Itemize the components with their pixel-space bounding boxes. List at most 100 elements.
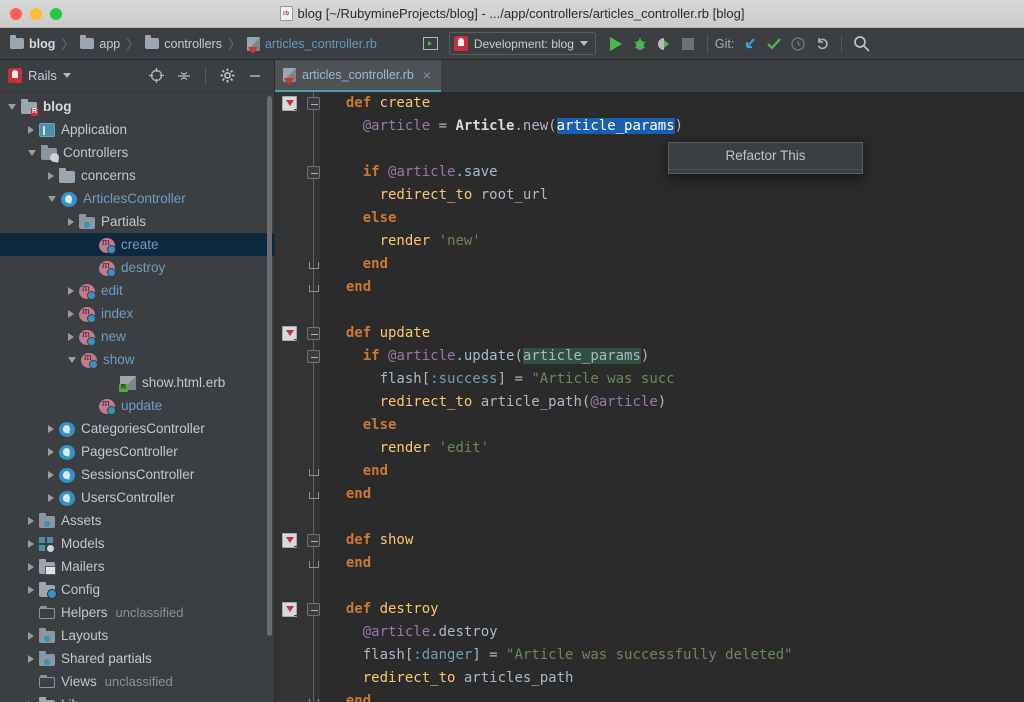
chevron-down-icon[interactable]: [48, 196, 56, 202]
fold-end-marker[interactable]: [307, 465, 320, 478]
sidebar-scrollbar[interactable]: [267, 96, 272, 698]
tree-item-new[interactable]: new: [0, 325, 274, 348]
window-controls[interactable]: [0, 8, 62, 20]
chevron-right-icon[interactable]: [48, 494, 54, 502]
tree-item-pagescontroller[interactable]: PagesController: [0, 440, 274, 463]
tree-item-views[interactable]: Viewsunclassified: [0, 670, 274, 693]
fold-collapse-marker[interactable]: [307, 534, 320, 547]
chevron-right-icon[interactable]: [28, 586, 34, 594]
chevron-right-icon[interactable]: [68, 333, 74, 341]
search-everywhere-button[interactable]: [849, 33, 873, 55]
tree-item-lib[interactable]: Lib: [0, 693, 274, 702]
tree-item-blog[interactable]: blog: [0, 95, 274, 118]
fold-end-marker[interactable]: [307, 281, 320, 294]
run-button[interactable]: [604, 33, 628, 55]
chevron-right-icon[interactable]: [68, 287, 74, 295]
chevron-right-icon[interactable]: [48, 448, 54, 456]
git-rollback-button[interactable]: [810, 33, 834, 55]
breadcrumb-item-controllers[interactable]: controllers: [143, 37, 224, 51]
fold-end-marker[interactable]: [307, 695, 320, 702]
run-with-coverage-button[interactable]: [652, 33, 676, 55]
tree-item-create[interactable]: create: [0, 233, 274, 256]
git-commit-button[interactable]: [762, 33, 786, 55]
code-line: @article.destroy: [329, 621, 1024, 644]
fold-collapse-marker[interactable]: [307, 350, 320, 363]
fold-end-marker[interactable]: [307, 488, 320, 501]
code-line: [329, 575, 1024, 598]
tree-item-edit[interactable]: edit: [0, 279, 274, 302]
fold-collapse-marker[interactable]: [307, 166, 320, 179]
controllers-folder-icon: [41, 148, 57, 160]
tab-articles-controller[interactable]: articles_controller.rb ×: [275, 60, 441, 92]
code-content[interactable]: def create @article = Article.new(articl…: [320, 92, 1024, 702]
chevron-down-icon[interactable]: [28, 150, 36, 156]
tree-item-show-html-erb[interactable]: show.html.erb: [0, 371, 274, 394]
tree-item-update[interactable]: update: [0, 394, 274, 417]
locate-icon[interactable]: [145, 65, 167, 87]
chevron-right-icon[interactable]: [68, 218, 74, 226]
close-icon[interactable]: ×: [423, 67, 431, 83]
tree-item-categoriescontroller[interactable]: CategoriesController: [0, 417, 274, 440]
close-window-button[interactable]: [10, 8, 22, 20]
tree-item-label: index: [101, 306, 133, 321]
project-tree[interactable]: blogApplicationControllersconcernsArticl…: [0, 92, 274, 702]
settings-icon[interactable]: [216, 65, 238, 87]
tree-item-models[interactable]: Models: [0, 532, 274, 555]
chevron-right-icon[interactable]: [28, 655, 34, 663]
tree-item-sessionscontroller[interactable]: SessionsController: [0, 463, 274, 486]
tree-item-config[interactable]: Config: [0, 578, 274, 601]
breadcrumb-item-blog[interactable]: blog: [8, 37, 57, 51]
chevron-right-icon[interactable]: [48, 425, 54, 433]
editor-gutter[interactable]: [275, 92, 320, 702]
chevron-down-icon[interactable]: [63, 73, 71, 78]
tree-item-helpers[interactable]: Helpersunclassified: [0, 601, 274, 624]
tree-item-layouts[interactable]: Layouts: [0, 624, 274, 647]
fold-end-marker[interactable]: [307, 557, 320, 570]
method-override-gutter-icon[interactable]: [282, 326, 297, 341]
chevron-down-icon[interactable]: [68, 357, 76, 363]
method-override-gutter-icon[interactable]: [282, 533, 297, 548]
debug-button[interactable]: [628, 33, 652, 55]
tree-item-shared-partials[interactable]: Shared partials: [0, 647, 274, 670]
fold-collapse-marker[interactable]: [307, 603, 320, 616]
tree-item-destroy[interactable]: destroy: [0, 256, 274, 279]
fold-end-marker[interactable]: [307, 258, 320, 271]
tree-item-assets[interactable]: Assets: [0, 509, 274, 532]
breadcrumb-item-file[interactable]: articles_controller.rb: [245, 37, 379, 51]
tree-item-mailers[interactable]: Mailers: [0, 555, 274, 578]
tree-item-index[interactable]: index: [0, 302, 274, 325]
tree-item-partials[interactable]: Partials: [0, 210, 274, 233]
collapse-all-icon[interactable]: [173, 65, 195, 87]
run-config-window-icon[interactable]: [419, 33, 443, 55]
tree-item-articlescontroller[interactable]: ArticlesController: [0, 187, 274, 210]
chevron-right-icon[interactable]: [28, 517, 34, 525]
hide-panel-icon[interactable]: [244, 65, 266, 87]
chevron-right-icon[interactable]: [48, 471, 54, 479]
chevron-right-icon[interactable]: [28, 540, 34, 548]
chevron-right-icon[interactable]: [28, 126, 34, 134]
chevron-right-icon[interactable]: [28, 563, 34, 571]
erb-file-icon: [120, 376, 136, 390]
chevron-down-icon[interactable]: [8, 104, 16, 110]
tree-item-concerns[interactable]: concerns: [0, 164, 274, 187]
tree-item-application[interactable]: Application: [0, 118, 274, 141]
minimize-window-button[interactable]: [30, 8, 42, 20]
method-override-gutter-icon[interactable]: [282, 96, 297, 111]
fold-collapse-marker[interactable]: [307, 97, 320, 110]
scrollbar-thumb[interactable]: [267, 96, 272, 636]
method-override-gutter-icon[interactable]: [282, 602, 297, 617]
refactor-this-popup[interactable]: Refactor This: [668, 142, 863, 174]
chevron-right-icon[interactable]: [28, 632, 34, 640]
fold-collapse-marker[interactable]: [307, 327, 320, 340]
tree-item-controllers[interactable]: Controllers: [0, 141, 274, 164]
run-configuration-selector[interactable]: Development: blog: [449, 32, 596, 55]
chevron-right-icon[interactable]: [68, 310, 74, 318]
chevron-right-icon[interactable]: [48, 172, 54, 180]
breadcrumb-item-app[interactable]: app: [78, 37, 122, 51]
git-update-project-button[interactable]: [738, 33, 762, 55]
maximize-window-button[interactable]: [50, 8, 62, 20]
tree-item-userscontroller[interactable]: UsersController: [0, 486, 274, 509]
tree-item-label: Lib: [61, 697, 79, 702]
tree-item-show[interactable]: show: [0, 348, 274, 371]
code-line: redirect_to articles_path: [329, 667, 1024, 690]
